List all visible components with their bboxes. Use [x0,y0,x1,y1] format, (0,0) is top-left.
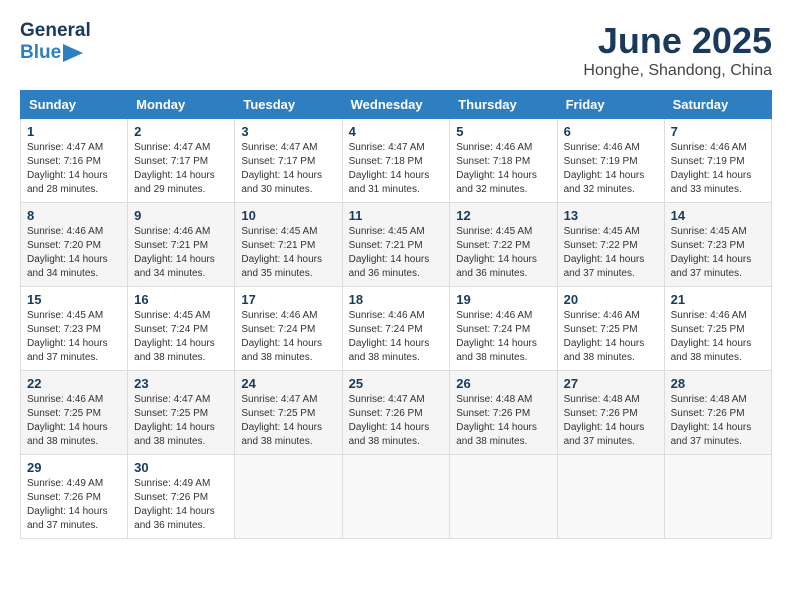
empty-cell-1 [235,455,342,539]
empty-cell-4 [557,455,664,539]
day-26: 26 Sunrise: 4:48 AMSunset: 7:26 PMDaylig… [450,371,557,455]
logo-general-text: General [20,20,91,42]
calendar-week-3: 15 Sunrise: 4:45 AMSunset: 7:23 PMDaylig… [21,287,772,371]
day-30: 30 Sunrise: 4:49 AMSunset: 7:26 PMDaylig… [128,455,235,539]
empty-cell-5 [664,455,771,539]
header: General Blue June 2025 Honghe, Shandong,… [20,20,772,80]
day-12: 12 Sunrise: 4:45 AMSunset: 7:22 PMDaylig… [450,203,557,287]
day-7: 7 Sunrise: 4:46 AMSunset: 7:19 PMDayligh… [664,119,771,203]
title-area: June 2025 Honghe, Shandong, China [583,20,772,80]
col-thursday: Thursday [450,91,557,119]
logo-blue-text: Blue [20,42,61,64]
logo: General Blue [20,20,91,64]
day-10: 10 Sunrise: 4:45 AMSunset: 7:21 PMDaylig… [235,203,342,287]
calendar-table: Sunday Monday Tuesday Wednesday Thursday… [20,90,772,539]
calendar-week-1: 1 Sunrise: 4:47 AMSunset: 7:16 PMDayligh… [21,119,772,203]
day-2: 2 Sunrise: 4:47 AMSunset: 7:17 PMDayligh… [128,119,235,203]
calendar-header-row: Sunday Monday Tuesday Wednesday Thursday… [21,91,772,119]
day-23: 23 Sunrise: 4:47 AMSunset: 7:25 PMDaylig… [128,371,235,455]
day-25: 25 Sunrise: 4:47 AMSunset: 7:26 PMDaylig… [342,371,450,455]
day-22: 22 Sunrise: 4:46 AMSunset: 7:25 PMDaylig… [21,371,128,455]
day-13: 13 Sunrise: 4:45 AMSunset: 7:22 PMDaylig… [557,203,664,287]
day-5: 5 Sunrise: 4:46 AMSunset: 7:18 PMDayligh… [450,119,557,203]
empty-cell-3 [450,455,557,539]
day-29: 29 Sunrise: 4:49 AMSunset: 7:26 PMDaylig… [21,455,128,539]
col-wednesday: Wednesday [342,91,450,119]
day-6: 6 Sunrise: 4:46 AMSunset: 7:19 PMDayligh… [557,119,664,203]
day-9: 9 Sunrise: 4:46 AMSunset: 7:21 PMDayligh… [128,203,235,287]
col-saturday: Saturday [664,91,771,119]
col-monday: Monday [128,91,235,119]
logo-arrow-icon [63,44,83,62]
day-27: 27 Sunrise: 4:48 AMSunset: 7:26 PMDaylig… [557,371,664,455]
day-18: 18 Sunrise: 4:46 AMSunset: 7:24 PMDaylig… [342,287,450,371]
day-4: 4 Sunrise: 4:47 AMSunset: 7:18 PMDayligh… [342,119,450,203]
day-28: 28 Sunrise: 4:48 AMSunset: 7:26 PMDaylig… [664,371,771,455]
day-3: 3 Sunrise: 4:47 AMSunset: 7:17 PMDayligh… [235,119,342,203]
calendar-week-5: 29 Sunrise: 4:49 AMSunset: 7:26 PMDaylig… [21,455,772,539]
day-15: 15 Sunrise: 4:45 AMSunset: 7:23 PMDaylig… [21,287,128,371]
day-8: 8 Sunrise: 4:46 AMSunset: 7:20 PMDayligh… [21,203,128,287]
month-title: June 2025 [583,20,772,62]
col-tuesday: Tuesday [235,91,342,119]
day-24: 24 Sunrise: 4:47 AMSunset: 7:25 PMDaylig… [235,371,342,455]
day-19: 19 Sunrise: 4:46 AMSunset: 7:24 PMDaylig… [450,287,557,371]
day-1: 1 Sunrise: 4:47 AMSunset: 7:16 PMDayligh… [21,119,128,203]
location-title: Honghe, Shandong, China [583,62,772,80]
empty-cell-2 [342,455,450,539]
col-friday: Friday [557,91,664,119]
day-11: 11 Sunrise: 4:45 AMSunset: 7:21 PMDaylig… [342,203,450,287]
day-20: 20 Sunrise: 4:46 AMSunset: 7:25 PMDaylig… [557,287,664,371]
day-21: 21 Sunrise: 4:46 AMSunset: 7:25 PMDaylig… [664,287,771,371]
day-16: 16 Sunrise: 4:45 AMSunset: 7:24 PMDaylig… [128,287,235,371]
calendar-week-2: 8 Sunrise: 4:46 AMSunset: 7:20 PMDayligh… [21,203,772,287]
col-sunday: Sunday [21,91,128,119]
calendar-week-4: 22 Sunrise: 4:46 AMSunset: 7:25 PMDaylig… [21,371,772,455]
day-17: 17 Sunrise: 4:46 AMSunset: 7:24 PMDaylig… [235,287,342,371]
day-14: 14 Sunrise: 4:45 AMSunset: 7:23 PMDaylig… [664,203,771,287]
